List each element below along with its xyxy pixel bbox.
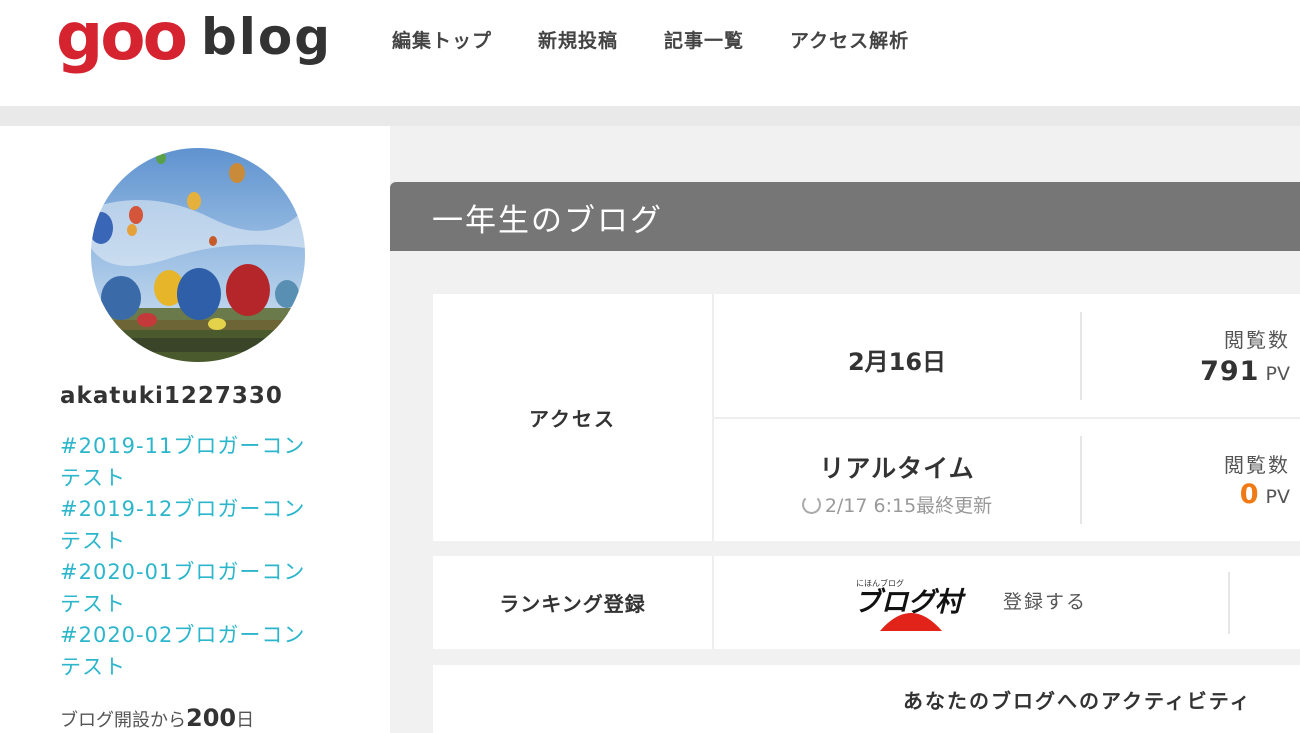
date-pv-value: 791 PV [1153, 356, 1300, 387]
days-since-opened: ブログ開設から200日 [60, 704, 254, 732]
blog-village-logo[interactable]: にほんブログ ブログ村 [846, 573, 976, 631]
main-nav: 編集トップ 新規投稿 記事一覧 アクセス解析 [392, 28, 955, 54]
days-suffix: 日 [236, 710, 255, 731]
access-date: 2月16日 [847, 348, 947, 376]
column-divider [1228, 572, 1230, 634]
column-divider [1080, 312, 1082, 400]
contest-tag-list: #2019-11ブロガーコンテスト #2019-12ブロガーコンテスト #202… [60, 431, 320, 683]
activity-panel: あなたのブログへのアクティビティ [433, 665, 1300, 733]
blog-title-bar: 一年生のブログ [390, 182, 1300, 251]
balloon-photo [91, 148, 305, 362]
last-updated-text: 2/17 6:15最終更新 [824, 495, 993, 517]
date-pv-caption: 閲覧数 [1224, 328, 1290, 352]
ranking-label-cell: ランキング登録 [433, 556, 714, 649]
profile-sidebar: akatuki1227330 #2019-11ブロガーコンテスト #2019-1… [0, 126, 390, 733]
goo-blog-logo[interactable]: goo blog [56, 2, 332, 72]
activity-title: あなたのブログへのアクティビティ [903, 689, 1252, 713]
realtime-pv-value: 0 PV [1153, 479, 1300, 510]
contest-tag-link[interactable]: #2019-12ブロガーコンテスト [60, 494, 320, 557]
logo-blog: blog [200, 8, 333, 66]
contest-tag-link[interactable]: #2019-11ブロガーコンテスト [60, 431, 320, 494]
realtime-pv-caption: 閲覧数 [1224, 453, 1290, 477]
header-divider [0, 106, 1300, 126]
site-header: goo blog 編集トップ 新規投稿 記事一覧 アクセス解析 [0, 0, 1300, 106]
nav-access-analysis[interactable]: アクセス解析 [790, 28, 909, 54]
realtime-label: リアルタイム [819, 454, 975, 483]
blog-title[interactable]: 一年生のブログ [432, 195, 663, 240]
days-prefix: ブログ開設から [60, 710, 186, 731]
avatar[interactable] [91, 148, 305, 362]
access-label: アクセス [529, 407, 616, 431]
refresh-icon[interactable] [801, 495, 821, 514]
logo-goo: goo [56, 0, 188, 75]
pv-unit: PV [1265, 486, 1290, 508]
ranking-panel: ランキング登録 にほんブログ ブログ村 登録する [433, 556, 1300, 649]
realtime-pv-count: 0 [1239, 479, 1260, 510]
access-row-divider [714, 417, 1300, 419]
nav-article-list[interactable]: 記事一覧 [664, 28, 744, 54]
access-label-cell: アクセス [433, 294, 714, 541]
village-logo-text: ブログ村 [854, 587, 966, 618]
username[interactable]: akatuki1227330 [60, 383, 283, 409]
days-count: 200 [186, 704, 237, 732]
nav-edit-top[interactable]: 編集トップ [392, 28, 492, 54]
column-divider [1080, 436, 1082, 524]
ranking-label: ランキング登録 [499, 592, 646, 616]
date-pv-count: 791 [1200, 356, 1260, 387]
contest-tag-link[interactable]: #2020-02ブロガーコンテスト [60, 620, 320, 683]
register-button[interactable]: 登録する [1003, 587, 1087, 614]
dashboard-main: 一年生のブログ アクセス 2月16日 閲覧数 791 PV リアルタイム 2/1… [390, 182, 1300, 733]
access-panel: アクセス 2月16日 閲覧数 791 PV リアルタイム 2/17 6:15最終… [433, 294, 1300, 541]
contest-tag-link[interactable]: #2020-01ブロガーコンテスト [60, 557, 320, 620]
last-updated: 2/17 6:15最終更新 [714, 491, 1080, 518]
pv-unit: PV [1265, 363, 1290, 385]
nav-new-post[interactable]: 新規投稿 [538, 28, 618, 54]
